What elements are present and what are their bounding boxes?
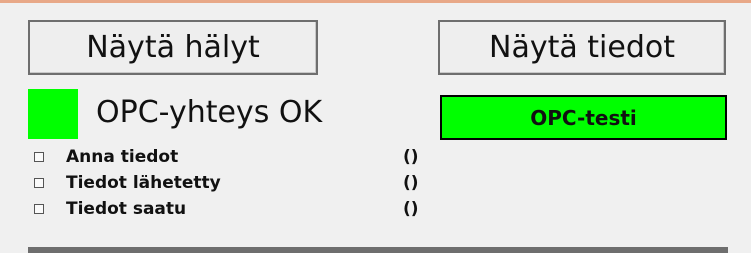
status-label: Tiedot saatu xyxy=(66,199,187,219)
status-row-data-sent: Tiedot lähetetty () xyxy=(34,172,419,194)
status-row-give-data: Anna tiedot () xyxy=(34,146,419,168)
show-alarms-button[interactable]: Näytä hälyt xyxy=(28,20,318,75)
status-label: Anna tiedot xyxy=(66,147,179,167)
status-row-data-received: Tiedot saatu () xyxy=(34,198,419,220)
status-label: Tiedot lähetetty xyxy=(66,173,221,193)
show-data-button[interactable]: Näytä tiedot xyxy=(438,20,726,75)
status-value: () xyxy=(403,173,419,193)
bottom-divider xyxy=(28,247,728,253)
status-value: () xyxy=(403,147,419,167)
status-checkbox[interactable] xyxy=(34,152,44,162)
status-checkbox[interactable] xyxy=(34,178,44,188)
window-top-border xyxy=(0,0,751,3)
status-value: () xyxy=(403,199,419,219)
status-checkbox[interactable] xyxy=(34,204,44,214)
connection-status-indicator xyxy=(28,89,78,139)
opc-test-button[interactable]: OPC-testi xyxy=(440,95,727,140)
connection-status-label: OPC-yhteys OK xyxy=(96,95,323,130)
